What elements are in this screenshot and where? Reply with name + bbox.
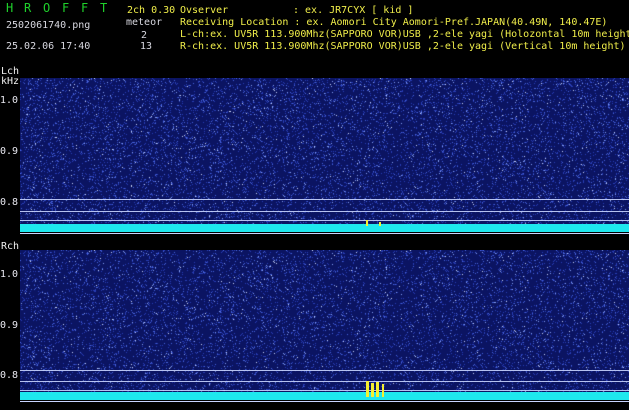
lch-gridline [20,199,629,200]
mode-label: meteor [126,17,163,28]
rch-meteor-trace [371,383,374,397]
app-title-letter: F [62,1,70,15]
lch-freq-tick: 0.9 [0,146,19,157]
rch-baseline-band [20,392,629,400]
lch-meteor-trace [379,222,381,226]
khz-unit-label: kHz [1,76,20,87]
lch-noise-canvas [20,78,629,232]
file-name: 2502061740.png [6,20,91,31]
rch-label: Rch [1,241,20,252]
rch-gridline [20,381,629,382]
rch-gridline [20,390,629,391]
lch-description: L-ch:ex. UV5R 113.900Mhz(SAPPORO VOR)USB… [180,29,629,40]
panel-separator [20,233,629,234]
observer-value: : ex. JR7CYX [ kid ] [293,5,414,16]
rch-meteor-trace [382,384,384,397]
rch-gridline [20,370,629,371]
lch-baseline-band [20,224,629,232]
receiving-location: Receiving Location : ex. Aomori City Aom… [180,17,608,28]
bottom-border [20,401,629,402]
rch-meteor-trace [376,382,379,397]
lch-freq-tick: 1.0 [0,95,19,106]
app-title-letter: T [100,1,108,15]
lch-freq-tick: 0.8 [0,197,19,208]
version-label: 2ch 0.30 [127,5,176,16]
rch-description: R-ch:ex. UV5R 113.900Mhz(SAPPORO VOR)USB… [180,41,626,52]
observer-label: Ovserver [180,5,229,16]
app-title-letter: H [6,1,14,15]
app-title-letter: O [43,1,51,15]
rch-freq-tick: 0.8 [0,370,19,381]
rch-spectrogram [20,250,629,400]
lch-gridline [20,211,629,212]
lch-meteor-trace [366,220,368,226]
app-title-letter: F [81,1,89,15]
lch-spectrogram [20,78,629,232]
capture-datetime: 25.02.06 17:40 [6,41,91,52]
channel-count: 2 [141,30,148,41]
rch-meteor-trace [366,381,369,397]
rch-freq-tick: 0.9 [0,320,19,331]
rch-noise-canvas [20,250,629,400]
meteor-count: 13 [140,41,153,52]
app-title-letter: R [24,1,32,15]
lch-gridline [20,220,629,221]
rch-freq-tick: 1.0 [0,269,19,280]
